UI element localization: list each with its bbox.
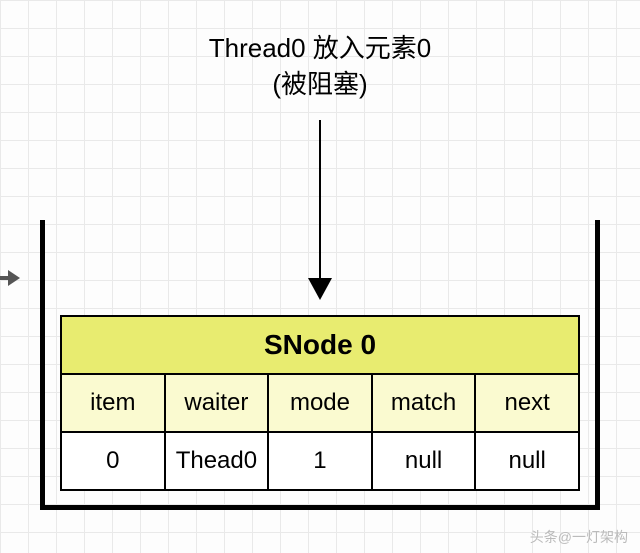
watermark: 头条@一灯架构 bbox=[530, 527, 628, 547]
down-arrow-icon bbox=[308, 120, 332, 300]
label-mode: mode bbox=[269, 375, 373, 431]
field-labels-row: item waiter mode match next bbox=[62, 375, 578, 433]
value-mode: 1 bbox=[269, 433, 373, 489]
stack-floor bbox=[40, 505, 600, 510]
snode-title: SNode 0 bbox=[62, 317, 578, 375]
value-waiter: Thead0 bbox=[166, 433, 270, 489]
label-item: item bbox=[62, 375, 166, 431]
field-values-row: 0 Thead0 1 null null bbox=[62, 433, 578, 489]
value-item: 0 bbox=[62, 433, 166, 489]
right-arrow-icon bbox=[0, 270, 20, 286]
stack-wall-left bbox=[40, 220, 45, 510]
snode-block: SNode 0 item waiter mode match next 0 Th… bbox=[60, 315, 580, 491]
value-next: null bbox=[476, 433, 578, 489]
caption: Thread0 放入元素0 (被阻塞) bbox=[0, 30, 640, 103]
label-next: next bbox=[476, 375, 578, 431]
stack-wall-right bbox=[595, 220, 600, 510]
caption-line2: (被阻塞) bbox=[0, 66, 640, 102]
caption-line1: Thread0 放入元素0 bbox=[0, 30, 640, 66]
label-match: match bbox=[373, 375, 477, 431]
label-waiter: waiter bbox=[166, 375, 270, 431]
value-match: null bbox=[373, 433, 477, 489]
